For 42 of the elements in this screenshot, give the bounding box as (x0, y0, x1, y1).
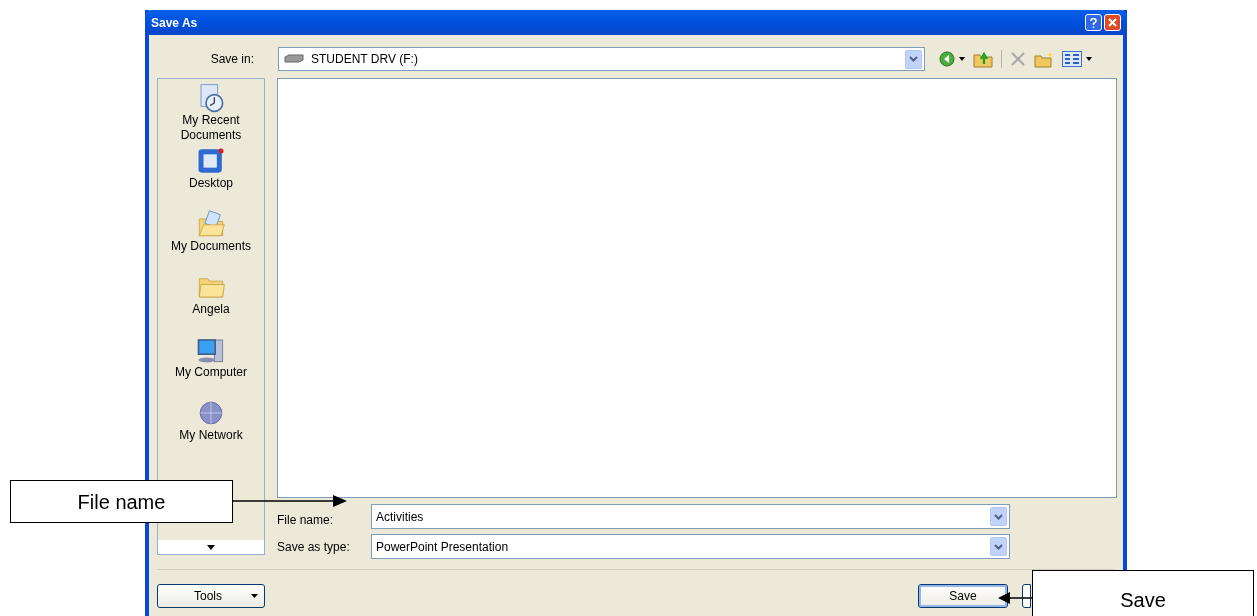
chevron-down-icon (994, 543, 1003, 550)
folder-up-arrow-icon (973, 50, 993, 68)
close-icon (1108, 18, 1117, 27)
place-item[interactable]: My Computer (158, 335, 264, 397)
save-button[interactable]: Save (918, 584, 1008, 608)
drive-icon (283, 54, 305, 64)
new-folder-icon (1034, 50, 1054, 68)
save-in-value: STUDENT DRV (F:) (311, 51, 419, 68)
window-title: Save As (151, 14, 198, 32)
views-menu-button[interactable] (1062, 51, 1092, 67)
chevron-down-icon (909, 56, 918, 62)
save-in-label: Save in: (209, 51, 254, 68)
back-button[interactable] (939, 51, 965, 67)
caret-icon (1086, 57, 1092, 61)
callout-text: Save (1120, 588, 1166, 613)
callout-text: File name (77, 489, 166, 515)
caret-icon (207, 544, 215, 550)
place-item[interactable]: My Documents (158, 209, 264, 271)
caret-icon (959, 57, 965, 61)
file-name-field[interactable]: Activities (371, 504, 1010, 529)
place-item[interactable]: My Network (158, 398, 264, 460)
close-button[interactable] (1104, 14, 1121, 31)
list-view-icon (1062, 51, 1082, 67)
dropdown-arrow-button[interactable] (990, 537, 1007, 556)
x-icon (1010, 51, 1026, 67)
save-as-type-dropdown[interactable]: PowerPoint Presentation (371, 534, 1010, 559)
question-mark-icon (1090, 17, 1097, 28)
place-item[interactable]: Angela (158, 272, 264, 334)
caret-icon (251, 594, 258, 598)
file-name-label: File name: (277, 512, 335, 529)
chevron-down-icon (994, 513, 1003, 520)
up-folder-button[interactable] (973, 50, 993, 68)
desktop-icon (196, 146, 226, 176)
save-as-type-label: Save as type: (277, 538, 351, 556)
dropdown-arrow-button[interactable] (905, 49, 922, 69)
help-button[interactable] (1085, 14, 1102, 31)
place-item[interactable]: Desktop (158, 146, 264, 208)
dropdown-arrow-button[interactable] (990, 507, 1007, 526)
document-folder-icon (196, 209, 226, 239)
save-in-dropdown[interactable]: STUDENT DRV (F:) (278, 47, 925, 71)
tools-menu-button[interactable]: Tools (157, 584, 265, 608)
place-item[interactable]: My Recent Documents (158, 83, 264, 145)
